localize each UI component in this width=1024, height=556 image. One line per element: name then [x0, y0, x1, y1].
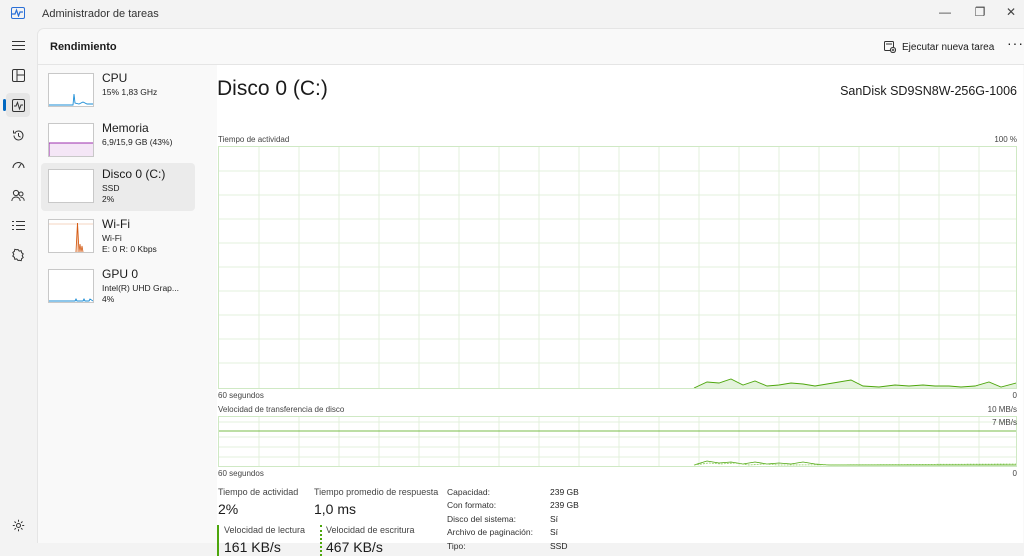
users-icon [11, 189, 25, 201]
activity-graph-min: 0 [1012, 391, 1017, 400]
property-label: Disco del sistema: [447, 514, 516, 524]
memory-thumbnail-graph [48, 123, 94, 157]
property-label: Capacidad: [447, 487, 491, 497]
transfer-graph-min: 0 [1012, 469, 1017, 478]
startup-apps-icon [12, 161, 24, 168]
app-history-icon [12, 129, 23, 140]
write-speed-label: Velocidad de escritura [326, 525, 415, 535]
window-title: Administrador de tareas [42, 8, 159, 20]
read-speed-value: 161 KB/s [224, 539, 281, 555]
resource-item-wifi[interactable]: Wi-Fi Wi-Fi E: 0 R: 0 Kbps [41, 213, 195, 261]
activity-time-label: Tiempo de actividad [218, 487, 299, 497]
nav-rail [0, 28, 37, 543]
title-bar: Administrador de tareas — ❐ ✕ [0, 0, 1024, 28]
resource-name: Memoria [102, 121, 149, 135]
activity-graph [218, 146, 1017, 389]
content-area: Rendimiento Ejecutar nueva tarea ··· CPU… [37, 28, 1024, 556]
disk-title: Disco 0 (C:) [217, 77, 328, 100]
hamburger-icon [11, 40, 25, 50]
more-options-button[interactable]: ··· [1007, 35, 1024, 51]
nav-app-history[interactable] [6, 123, 30, 147]
property-value: 239 GB [550, 487, 579, 497]
resource-item-disk[interactable]: Disco 0 (C:) SSD 2% [41, 163, 195, 211]
gpu-thumbnail-graph [48, 269, 94, 303]
processes-icon [11, 68, 25, 82]
cpu-thumbnail-graph [48, 73, 94, 107]
close-button[interactable]: ✕ [996, 2, 1024, 24]
services-icon [12, 248, 24, 262]
write-speed-value: 467 KB/s [326, 539, 383, 555]
nav-details[interactable] [6, 213, 30, 237]
read-speed-label: Velocidad de lectura [224, 525, 306, 535]
resource-detail: Intel(R) UHD Grap... [102, 283, 179, 293]
resource-usage: 2% [102, 194, 115, 204]
property-label: Archivo de paginación: [447, 527, 534, 537]
resource-name: Wi-Fi [102, 217, 130, 231]
nav-startup-apps[interactable] [6, 153, 30, 177]
read-speed-indicator [217, 525, 219, 556]
resource-detail: 15% 1,83 GHz [102, 87, 158, 97]
transfer-graph-label: Velocidad de transferencia de disco [218, 405, 345, 414]
resource-name: CPU [102, 71, 128, 85]
disk-model: SanDisk SD9SN8W-256G-1006 [840, 84, 1017, 98]
page-title: Rendimiento [50, 41, 117, 53]
activity-graph-time: 60 segundos [218, 391, 264, 400]
wifi-thumbnail-graph [48, 219, 94, 253]
activity-graph-label: Tiempo de actividad [218, 135, 290, 144]
transfer-graph-mid: 7 MB/s [992, 418, 1017, 427]
transfer-graph [218, 416, 1017, 467]
run-new-task-label: Ejecutar nueva tarea [902, 41, 995, 53]
nav-services[interactable] [6, 243, 30, 267]
resource-list: CPU 15% 1,83 GHz Memoria 6,9/15,9 GB (43… [38, 65, 198, 543]
disk-performance-panel: Disco 0 (C:) SanDisk SD9SN8W-256G-1006 T… [217, 65, 1023, 556]
property-value: 239 GB [550, 500, 579, 510]
property-value: Sí [550, 514, 559, 524]
resource-detail: Wi-Fi [102, 233, 122, 243]
nav-settings[interactable] [6, 513, 30, 537]
resource-name: GPU 0 [102, 267, 139, 281]
resource-detail: 6,9/15,9 GB (43%) [102, 137, 173, 147]
transfer-graph-time: 60 segundos [218, 469, 264, 478]
resource-name: Disco 0 (C:) [102, 167, 166, 181]
resource-usage: E: 0 R: 0 Kbps [102, 244, 157, 254]
transfer-graph-plot [219, 417, 1017, 466]
nav-performance[interactable] [3, 93, 30, 117]
property-value: Sí [550, 527, 559, 537]
resource-item-cpu[interactable]: CPU 15% 1,83 GHz [41, 67, 195, 115]
response-time-value: 1,0 ms [314, 501, 357, 517]
page-header: Rendimiento Ejecutar nueva tarea ··· [38, 29, 1024, 65]
activity-time-value: 2% [218, 501, 239, 517]
property-label: Con formato: [447, 500, 497, 510]
resource-detail: SSD [102, 183, 120, 193]
details-icon [11, 220, 25, 230]
disk-thumbnail-graph [48, 169, 94, 203]
write-speed-indicator [320, 525, 322, 556]
response-time-label: Tiempo promedio de respuesta [314, 487, 439, 497]
run-task-icon [884, 41, 896, 53]
transfer-graph-max: 10 MB/s [987, 405, 1017, 414]
performance-icon [11, 98, 25, 112]
nav-processes[interactable] [6, 63, 30, 87]
task-manager-app-icon [11, 7, 25, 19]
minimize-button[interactable]: — [930, 2, 960, 24]
resource-usage: 4% [102, 294, 115, 304]
hamburger-menu-button[interactable] [6, 33, 30, 57]
run-new-task-button[interactable]: Ejecutar nueva tarea [884, 39, 994, 55]
nav-users[interactable] [6, 183, 30, 207]
settings-icon [12, 519, 24, 531]
activity-graph-max: 100 % [994, 135, 1017, 144]
resource-item-memory[interactable]: Memoria 6,9/15,9 GB (43%) [41, 117, 195, 165]
maximize-button[interactable]: ❐ [965, 2, 995, 24]
activity-graph-plot [219, 147, 1017, 389]
resource-item-gpu[interactable]: GPU 0 Intel(R) UHD Grap... 4% [41, 263, 195, 311]
